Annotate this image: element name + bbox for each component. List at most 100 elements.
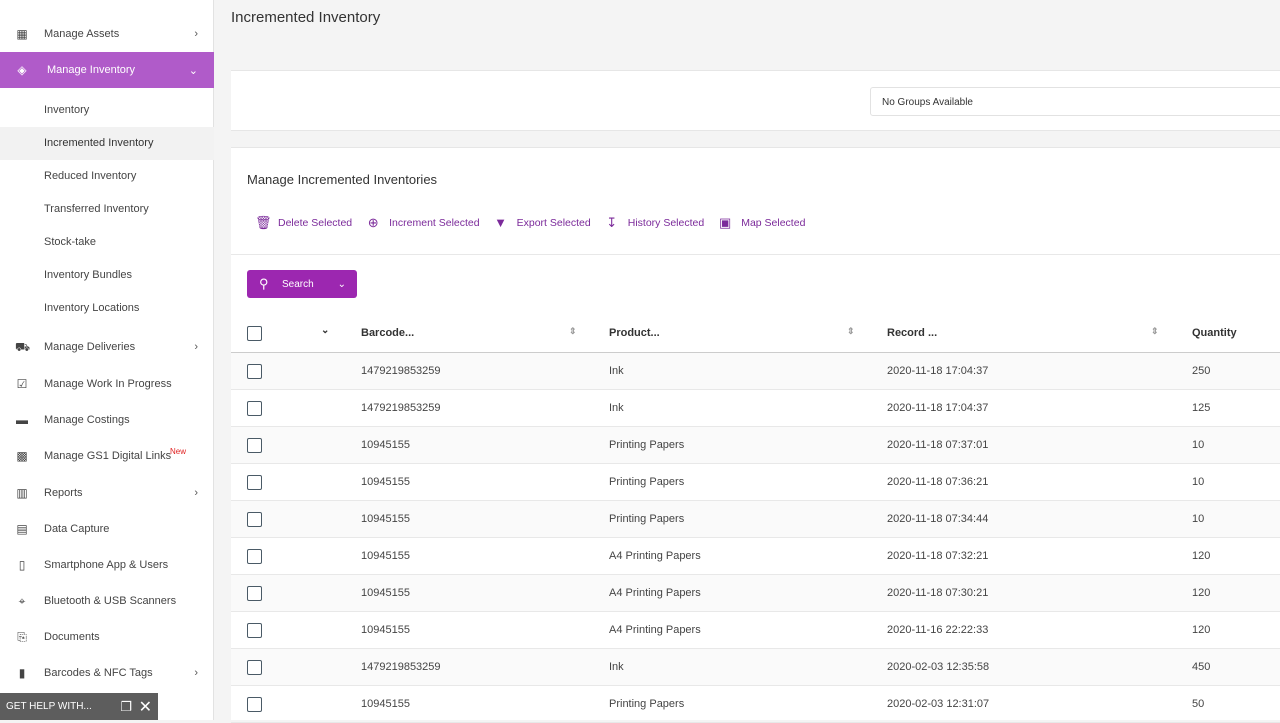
groups-select[interactable]: No Groups Available	[870, 87, 1280, 116]
sidebar-item[interactable]: ⌖ Bluetooth & USB Scanners	[0, 584, 214, 618]
cell-product: Ink	[609, 365, 624, 377]
sort-icon[interactable]: ⇕	[847, 326, 855, 337]
row-checkbox[interactable]	[247, 364, 262, 379]
table-row[interactable]: 1479219853259 Ink 2020-11-18 17:04:37 250	[231, 353, 1280, 390]
row-checkbox[interactable]	[247, 475, 262, 490]
row-checkbox[interactable]	[247, 660, 262, 675]
sort-icon[interactable]: ⇕	[569, 326, 577, 337]
cell-product: Printing Papers	[609, 476, 685, 488]
clipboard-icon: ▤	[16, 522, 28, 536]
truck-icon: ⛟	[15, 340, 31, 354]
row-checkbox[interactable]	[247, 438, 262, 453]
sidebar-item-label: Manage Work In Progress	[44, 378, 172, 390]
sidebar-subitem[interactable]: Stock-take	[0, 226, 214, 259]
close-icon[interactable]: ✕	[139, 697, 152, 717]
sort-icon[interactable]: ⇕	[1151, 326, 1159, 337]
sidebar-item-label: Documents	[44, 631, 100, 643]
cell-quantity: 125	[1192, 402, 1211, 414]
history-icon: ↧	[606, 215, 618, 230]
cell-record: 2020-11-18 07:36:21	[887, 476, 989, 488]
sidebar-subitem[interactable]: Transferred Inventory	[0, 193, 214, 226]
row-checkbox[interactable]	[247, 512, 262, 527]
action-label: Export Selected	[516, 217, 591, 229]
column-barcode[interactable]: Barcode...	[361, 327, 414, 339]
cell-quantity: 120	[1192, 550, 1211, 562]
panel-title: Manage Incremented Inventories	[247, 172, 438, 187]
cell-product: A4 Printing Papers	[609, 587, 701, 599]
row-checkbox[interactable]	[247, 401, 262, 416]
search-icon: ⚲	[259, 276, 269, 291]
sidebar-subitem[interactable]: Incremented Inventory	[0, 127, 214, 160]
row-checkbox[interactable]	[247, 549, 262, 564]
buildings-icon: ▦	[16, 27, 28, 41]
sidebar-item[interactable]: ▯ Smartphone App & Users	[0, 548, 214, 582]
table-row[interactable]: 10945155 A4 Printing Papers 2020-11-16 22:…	[231, 612, 1280, 649]
sidebar-subitem[interactable]: Inventory	[0, 94, 214, 127]
get-help-widget[interactable]: GET HELP WITH... ❐ ✕	[0, 693, 158, 720]
chevron-right-icon: ›	[194, 341, 198, 353]
sidebar-item[interactable]: ▩ Manage GS1 Digital Links New	[0, 439, 214, 473]
row-checkbox[interactable]	[247, 586, 262, 601]
sidebar-item-label: Data Capture	[44, 523, 110, 535]
cell-quantity: 50	[1192, 698, 1205, 710]
table-row[interactable]: 10945155 Printing Papers 2020-11-18 07:37:…	[231, 427, 1280, 464]
table-row[interactable]: 1479219853259 Ink 2020-02-03 12:35:58 450	[231, 649, 1280, 686]
crosshair-icon: ⌖	[18, 594, 26, 608]
cell-record: 2020-11-18 17:04:37	[887, 365, 989, 377]
table-row[interactable]: 1479219853259 Ink 2020-11-18 17:04:37 125	[231, 390, 1280, 427]
map-icon: ▣	[719, 215, 732, 230]
sidebar-item[interactable]: ▤ Data Capture	[0, 512, 214, 546]
history-selected-button[interactable]: ↧ History Selected	[605, 216, 704, 230]
tag-icon: ◈	[17, 63, 27, 77]
cell-quantity: 10	[1192, 439, 1205, 451]
cell-record: 2020-11-18 07:30:21	[887, 587, 989, 599]
select-all-checkbox[interactable]	[247, 326, 262, 341]
groups-card: No Groups Available	[231, 70, 1280, 131]
search-button[interactable]: ⚲ Search ⌄	[247, 270, 357, 298]
sidebar-subitem[interactable]: Inventory Locations	[0, 292, 214, 325]
chevron-right-icon: ›	[194, 28, 198, 40]
export-selected-button[interactable]: ▼ Export Selected	[494, 216, 591, 230]
sidebar-item[interactable]: ⛟ Manage Deliveries ›	[0, 330, 214, 364]
help-label: GET HELP WITH...	[6, 701, 92, 712]
map-selected-button[interactable]: ▣ Map Selected	[718, 216, 805, 230]
chevron-down-icon[interactable]: ⌄	[338, 279, 346, 290]
table-row[interactable]: 10945155 A4 Printing Papers 2020-11-18 07:…	[231, 575, 1280, 612]
cell-product: Printing Papers	[609, 439, 685, 451]
sidebar-item[interactable]: ▮ Barcodes & NFC Tags ›	[0, 656, 214, 690]
table-row[interactable]: 10945155 Printing Papers 2020-02-03 12:31:…	[231, 686, 1280, 723]
cell-record: 2020-02-03 12:31:07	[887, 698, 990, 710]
column-record[interactable]: Record ...	[887, 327, 937, 339]
sidebar-item-label: Manage Inventory	[47, 64, 136, 76]
action-bar: 🗑 Delete Selected ⊕ Increment Selected ▼ Expo…	[255, 216, 819, 230]
sidebar-item[interactable]: ▬ Manage Costings	[0, 403, 214, 437]
row-checkbox[interactable]	[247, 697, 262, 712]
window-restore-icon[interactable]: ❐	[120, 699, 132, 715]
cell-product: Printing Papers	[609, 698, 685, 710]
sidebar-item[interactable]: ▥ Reports ›	[0, 476, 214, 510]
cell-barcode: 10945155	[361, 624, 410, 636]
sidebar-item[interactable]: ▦ Manage Assets ›	[0, 17, 214, 51]
cell-record: 2020-02-03 12:35:58	[887, 661, 990, 673]
sidebar-item[interactable]: ◈ Manage Inventory ⌄	[0, 52, 214, 88]
cell-quantity: 120	[1192, 587, 1211, 599]
column-quantity[interactable]: Quantity	[1192, 327, 1237, 339]
row-checkbox[interactable]	[247, 623, 262, 638]
table-row[interactable]: 10945155 Printing Papers 2020-11-18 07:36:…	[231, 464, 1280, 501]
delete-selected-button[interactable]: 🗑 Delete Selected	[255, 216, 352, 230]
sidebar-subitem[interactable]: Reduced Inventory	[0, 160, 214, 193]
cell-barcode: 1479219853259	[361, 402, 441, 414]
sidebar-subitem[interactable]: Inventory Bundles	[0, 259, 214, 292]
sidebar-item[interactable]: ⎘ Documents	[0, 620, 214, 654]
column-product[interactable]: Product...	[609, 327, 660, 339]
cell-quantity: 120	[1192, 624, 1211, 636]
table-row[interactable]: 10945155 A4 Printing Papers 2020-11-18 07:…	[231, 538, 1280, 575]
table-header: ⌄ Barcode... ⇕ Product... ⇕ Record ... ⇕…	[231, 316, 1280, 353]
table-row[interactable]: 10945155 Printing Papers 2020-11-18 07:34:…	[231, 501, 1280, 538]
sidebar-item[interactable]: ☑ Manage Work In Progress	[0, 367, 214, 401]
divider	[231, 254, 1280, 255]
chevron-down-icon[interactable]: ⌄	[321, 325, 329, 336]
action-label: Map Selected	[741, 217, 806, 229]
new-badge: New	[170, 447, 187, 456]
increment-selected-button[interactable]: ⊕ Increment Selected	[366, 216, 480, 230]
